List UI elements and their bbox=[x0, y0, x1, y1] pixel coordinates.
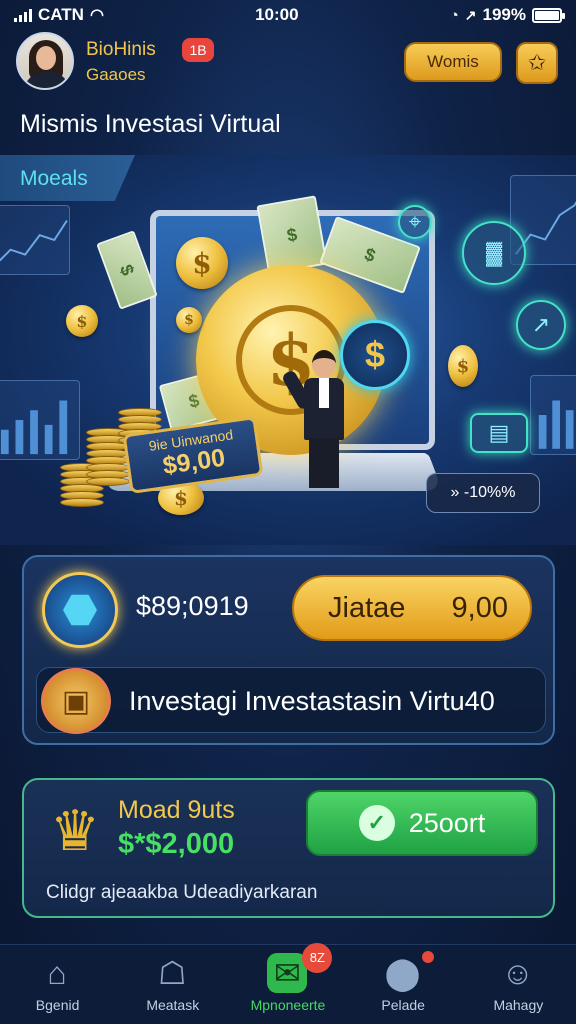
status-bar: CATN ◠ 10:00 ◔ ↗ 199% bbox=[0, 0, 576, 30]
gold-coin: $ bbox=[176, 307, 202, 333]
carrier-label: CATN bbox=[38, 5, 84, 24]
notification-badge[interactable]: 1B bbox=[182, 38, 214, 62]
tablet-icon: ▤ bbox=[470, 413, 528, 453]
profile-icon: ☺ bbox=[501, 954, 535, 991]
invest-action-button[interactable]: Jiatae 9,00 bbox=[292, 575, 532, 641]
status-left: CATN ◠ bbox=[14, 5, 104, 25]
gamepad-icon: ⬤ bbox=[384, 955, 421, 991]
hexagon-icon bbox=[42, 572, 118, 648]
status-right: ◔ ↗ 199% bbox=[449, 5, 565, 25]
reward-card: ♛ Moad 9uts $*$2,000 ✓ 25oort Clidgr aje… bbox=[22, 778, 555, 918]
balance-value: $89;0919 bbox=[136, 591, 249, 621]
virtual-investment-row[interactable]: ▣ Investagi Investastasin Virtu40 bbox=[36, 667, 546, 734]
battery-icon bbox=[532, 7, 565, 23]
user-name: BioHinis bbox=[86, 39, 156, 60]
invest-action-value: 9,00 bbox=[451, 591, 508, 624]
alarm-icon: ◔ bbox=[449, 6, 459, 24]
virtual-investment-label: Investagi Investastasin Virtu40 bbox=[129, 686, 495, 716]
reward-amount: $*$2,000 bbox=[118, 828, 235, 860]
avatar[interactable] bbox=[16, 32, 74, 90]
reward-note: Clidgr ajeaakba Udeadiyarkaran bbox=[46, 882, 318, 903]
nav-item-games[interactable]: ⬤ Pelade bbox=[346, 945, 461, 1024]
star-button[interactable]: ✩ bbox=[516, 42, 558, 84]
gold-coin: $ bbox=[448, 345, 478, 387]
businessman-figure bbox=[280, 350, 356, 490]
invest-action-label: Jiatae bbox=[328, 591, 406, 624]
nav-label: Bgenid bbox=[35, 997, 80, 1013]
hero-illustration: Moeals $ $ $ $ $ $ $ $ $ $ $ 9ie Uinwano… bbox=[0, 155, 576, 545]
wifi-icon: ◠ bbox=[89, 7, 104, 24]
background-chart-left-lower bbox=[0, 380, 80, 460]
gold-coin: $ bbox=[66, 305, 98, 337]
page-title: Mismis Investasi Virtual bbox=[20, 110, 281, 138]
battery-label: 199% bbox=[482, 5, 526, 24]
nav-label: Meatask bbox=[146, 997, 200, 1013]
balance-card: $89;0919 Jiatae 9,00 ▣ Investagi Investa… bbox=[22, 555, 555, 745]
location-icon: ↗ bbox=[464, 6, 477, 23]
nav-item-profile[interactable]: ☺ Mahagy bbox=[461, 945, 576, 1024]
nav-label: Pelade bbox=[381, 997, 425, 1013]
nav-badge: 8Z bbox=[302, 943, 333, 973]
nav-label: Mpnoneerte bbox=[250, 997, 326, 1013]
money-bill: $ bbox=[256, 195, 328, 275]
growth-icon: ↗ bbox=[516, 300, 566, 350]
home-icon: ⌂ bbox=[47, 954, 67, 991]
gold-coin: $ bbox=[176, 237, 228, 289]
star-icon: ✩ bbox=[527, 50, 547, 75]
reward-title: Moad 9uts bbox=[118, 796, 235, 824]
bottom-nav: ⌂ Bgenid ☖ Meatask ✉ 8Z Mpnoneerte ⬤ Pel… bbox=[0, 943, 576, 1024]
target-icon: ⌖ bbox=[398, 205, 432, 239]
nav-item-tasks[interactable]: ☖ Meatask bbox=[115, 945, 230, 1024]
background-chart-right-lower bbox=[530, 375, 576, 455]
chat-icon: ✉ bbox=[267, 953, 308, 993]
trophy-icon: ♛ bbox=[49, 799, 101, 862]
claim-button-label: 25oort bbox=[408, 807, 486, 838]
bank-icon: ▣ bbox=[41, 668, 111, 734]
check-icon: ✓ bbox=[358, 805, 395, 841]
nav-dot bbox=[421, 951, 434, 963]
nav-label: Mahagy bbox=[493, 997, 544, 1013]
nav-item-home[interactable]: ⌂ Bgenid bbox=[0, 945, 115, 1024]
background-chart-left bbox=[0, 205, 70, 275]
chart-circle-icon: ▓ bbox=[462, 221, 526, 285]
header: BioHinis 1B Gaaoes Womis ✩ bbox=[0, 30, 576, 100]
percent-chip[interactable]: » -10%% bbox=[426, 473, 540, 513]
signal-icon bbox=[14, 8, 32, 22]
claim-button[interactable]: ✓ 25oort bbox=[306, 790, 538, 856]
house-icon: ☖ bbox=[157, 955, 187, 991]
status-time: 10:00 bbox=[255, 5, 299, 24]
user-subtitle: Gaaoes bbox=[86, 65, 146, 84]
header-action-button[interactable]: Womis bbox=[404, 42, 502, 82]
nav-item-chat[interactable]: ✉ 8Z Mpnoneerte bbox=[230, 943, 345, 1024]
